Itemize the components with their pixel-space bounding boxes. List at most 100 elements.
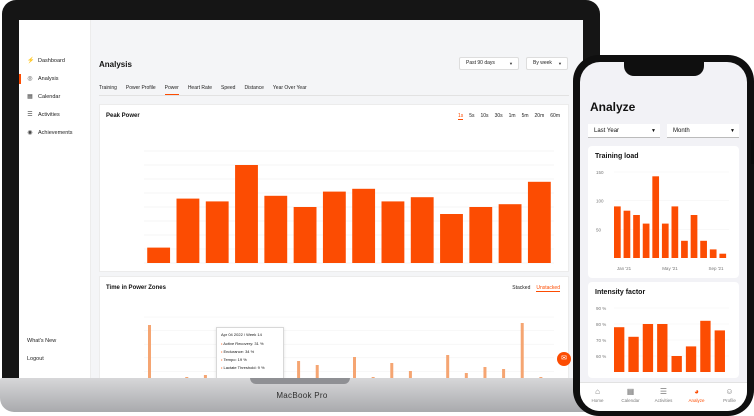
sidebar-item-activities[interactable]: ☰ Activities: [27, 112, 59, 118]
y-tick-label: 90 %: [596, 306, 606, 311]
bar: [700, 320, 711, 372]
peak-power-chart: [144, 150, 554, 264]
phone-frame: Analyze Last Year ▼ Month ▼ Training load …: [573, 55, 754, 416]
bar: [685, 346, 697, 372]
sidebar: ⚡ Dashboard ◎ Analysis ▦ Calendar ☰ Activiti…: [19, 20, 91, 378]
x-tick-label: May '21: [662, 266, 678, 271]
zone-bar: [408, 371, 412, 378]
bar: [147, 247, 171, 263]
laptop-brand-label: MacBook Pro: [276, 391, 328, 400]
bar: [642, 324, 654, 372]
tabbar-home[interactable]: ⌂ Home: [581, 387, 614, 403]
tabbar-calendar[interactable]: ▦ Calendar: [614, 387, 647, 403]
bar: [681, 240, 688, 258]
zone-bar: [483, 367, 487, 378]
pie-chart-icon: ◕: [694, 387, 699, 396]
tabbar-profile[interactable]: ☺ Profile: [713, 387, 746, 403]
chat-icon: ✉: [561, 355, 567, 362]
home-icon: ⌂: [595, 387, 600, 396]
power-zones-card: Time in Power Zones Stacked Unstacked: [99, 276, 569, 378]
bar: [661, 223, 669, 258]
y-tick-label: 50: [596, 227, 602, 232]
bar: [410, 197, 434, 263]
list-icon: ☰: [659, 387, 668, 396]
chat-button[interactable]: ✉: [557, 352, 571, 366]
tooltip-row: Tempo: 19 %: [221, 357, 279, 362]
bar: [714, 330, 725, 372]
bar: [614, 327, 625, 372]
bar: [614, 206, 621, 258]
analysis-tabs: Training Power Profile Power Heart Rate …: [99, 82, 569, 96]
bar: [527, 181, 551, 263]
bar: [623, 210, 631, 258]
laptop-notch: [250, 378, 350, 384]
tab-heart-rate[interactable]: Heart Rate: [188, 82, 212, 95]
tabbar-activities[interactable]: ☰ Activities: [647, 387, 680, 403]
training-load-chart: 150 100 50 Jan '21 May '21 Sep '21: [596, 170, 729, 271]
calendar-icon: ▦: [626, 387, 635, 396]
phone-tab-bar: ⌂ Home ▦ Calendar ☰ Activities ◕ Analyze ☺ Pr…: [580, 382, 747, 411]
zone-bar: [353, 357, 356, 378]
tab-power-profile[interactable]: Power Profile: [126, 82, 156, 95]
zone-bar: [297, 361, 301, 378]
bolt-icon: ⚡: [27, 58, 35, 64]
sidebar-item-achievements[interactable]: ◉ Achievements: [27, 130, 72, 136]
whats-new-link[interactable]: What's New: [27, 338, 56, 344]
sidebar-item-dashboard[interactable]: ⚡ Dashboard: [27, 58, 65, 64]
tooltip-row: Active Recovery: 31 %: [221, 341, 279, 346]
intensity-factor-chart: 90 % 80 % 70 % 60 %: [596, 306, 729, 372]
tab-training[interactable]: Training: [99, 82, 117, 95]
zone-bar: [315, 365, 319, 378]
bar: [264, 195, 288, 263]
bar: [642, 223, 650, 258]
period-select[interactable]: Past 90 days ▼: [459, 57, 519, 70]
tab-power[interactable]: Power: [164, 82, 179, 95]
target-icon: ◎: [27, 76, 33, 82]
list-icon: ☰: [27, 112, 33, 118]
y-tick-label: 100: [596, 199, 604, 204]
bar: [176, 198, 200, 263]
zone-bar: [520, 323, 524, 378]
sidebar-item-analysis[interactable]: ◎ Analysis: [19, 74, 58, 84]
zone-bar: [148, 325, 151, 378]
tooltip-row: Lactate Threshold: 9 %: [221, 365, 279, 370]
profile-icon: ☺: [725, 387, 734, 396]
phone-group-select[interactable]: Month ▼: [667, 124, 739, 138]
x-tick-label: Sep '21: [708, 266, 724, 271]
bar: [652, 176, 660, 258]
group-select[interactable]: By week ▼: [526, 57, 568, 70]
chart-tooltip: Apr 04 2022 / Week 14 Active Recovery: 3…: [216, 327, 284, 378]
training-load-card: Training load 150 100 50 Jan '21 May '21 Sep …: [588, 146, 739, 278]
product-mockup: ⚡ Dashboard ◎ Analysis ▦ Calendar ☰ Activiti…: [0, 0, 754, 416]
tooltip-title: Apr 04 2022 / Week 14: [221, 332, 262, 337]
chevron-down-icon: ▼: [730, 128, 735, 134]
bar: [235, 165, 258, 263]
sidebar-item-calendar[interactable]: ▦ Calendar: [27, 94, 60, 100]
zone-bar: [446, 355, 450, 378]
tab-speed[interactable]: Speed: [221, 82, 235, 95]
phone-period-select[interactable]: Last Year ▼: [588, 124, 660, 138]
zone-bar: [390, 363, 394, 378]
phone-notch: [624, 62, 704, 76]
bar: [469, 207, 493, 263]
laptop-screen: ⚡ Dashboard ◎ Analysis ▦ Calendar ☰ Activiti…: [19, 20, 583, 378]
bar: [498, 204, 522, 263]
phone-page-title: Analyze: [590, 100, 636, 114]
medal-icon: ◉: [27, 130, 33, 136]
bar: [633, 215, 640, 258]
bar: [440, 214, 463, 263]
bar: [293, 207, 317, 263]
tab-year-over-year[interactable]: Year Over Year: [273, 82, 307, 95]
bar: [709, 249, 717, 258]
bar: [690, 215, 698, 258]
bar: [657, 324, 668, 372]
logout-link[interactable]: Logout: [27, 356, 44, 362]
phone-screen: Analyze Last Year ▼ Month ▼ Training load …: [580, 62, 747, 411]
x-tick-label: Jan '21: [617, 266, 632, 271]
bar: [381, 201, 405, 263]
tabbar-analyze[interactable]: ◕ Analyze: [680, 387, 713, 403]
bar: [700, 240, 707, 258]
y-tick-label: 70 %: [596, 338, 606, 343]
bar: [628, 336, 639, 372]
tab-distance[interactable]: Distance: [244, 82, 263, 95]
